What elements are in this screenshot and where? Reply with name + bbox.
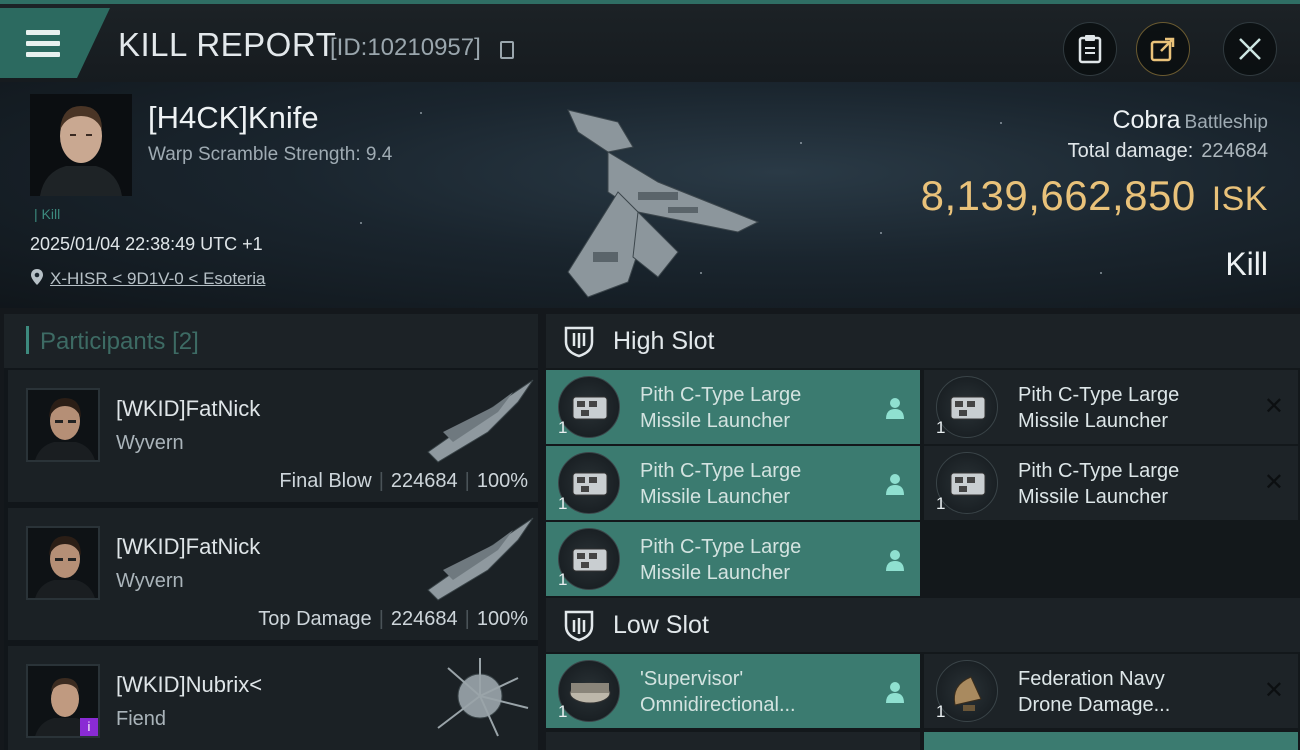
module-item[interactable]: 1 Pith C-Type Large Missile Launcher <box>546 370 920 444</box>
avatar: i <box>26 664 100 738</box>
module-name: Pith C-Type Large Missile Launcher <box>1018 384 1180 432</box>
location-link[interactable]: X-HISR < 9D1V-0 < Esoteria <box>50 269 265 288</box>
high-slot-header: High Slot <box>546 314 1300 368</box>
participant-row[interactable]: [WKID]FatNick Wyvern Final Blow | 224684 | 1… <box>8 370 538 502</box>
ship-image <box>427 517 534 601</box>
module-item[interactable]: 1 Pith C-Type Large Missile Launcher ✕ <box>924 370 1298 444</box>
participants-header: Participants [2] <box>4 314 538 368</box>
participant-stats: Top Damage | 224684 | 100% <box>258 608 528 630</box>
module-item[interactable] <box>924 732 1298 750</box>
participant-ship: Fiend <box>116 708 167 730</box>
module-name: Pith C-Type Large Missile Launcher <box>1018 460 1180 508</box>
victim-name[interactable]: [H4CK]Knife <box>148 100 319 136</box>
clipboard-icon <box>1078 35 1102 64</box>
warp-scramble-strength: Warp Scramble Strength: 9.4 <box>148 144 393 165</box>
participant-ship: Wyvern <box>116 570 184 592</box>
x-icon: ✕ <box>1263 469 1284 496</box>
location-pin-icon <box>31 269 43 285</box>
kill-tag: | Kill <box>34 206 61 222</box>
ship-image <box>427 379 534 463</box>
share-icon <box>1150 37 1175 62</box>
menu-button[interactable] <box>0 8 110 78</box>
person-icon <box>886 550 904 571</box>
copy-icon[interactable] <box>500 41 514 59</box>
module-item[interactable] <box>546 732 920 750</box>
module-name: Federation Navy Drone Damage... <box>1018 668 1171 716</box>
module-name: Pith C-Type Large Missile Launcher <box>640 384 802 432</box>
participant-ship: Wyvern <box>116 432 184 454</box>
clipboard-button[interactable] <box>1063 22 1117 76</box>
result-label: Kill <box>1225 246 1268 282</box>
report-id: [ID:10210957] <box>330 34 481 61</box>
close-icon <box>1239 38 1261 60</box>
avatar <box>26 388 100 462</box>
participant-row[interactable]: [WKID]FatNick Wyvern Top Damage | 224684 | 1… <box>8 508 538 640</box>
module-item[interactable]: 1 Federation Navy Drone Damage... ✕ <box>924 654 1298 728</box>
isk-value: 8,139,662,850 ISK <box>920 172 1268 219</box>
module-item[interactable]: 1 Pith C-Type Large Missile Launcher <box>546 446 920 520</box>
module-name: Pith C-Type Large Missile Launcher <box>640 536 802 584</box>
participant-name[interactable]: [WKID]Nubrix< <box>116 672 262 698</box>
fitting-panel: High Slot 1 Pith C-Type Large Missile Lau… <box>546 314 1300 750</box>
module-item[interactable]: 1 Pith C-Type Large Missile Launcher <box>546 522 920 596</box>
participant-stats: Final Blow | 224684 | 100% <box>279 470 528 492</box>
x-icon: ✕ <box>1263 393 1284 420</box>
header-bar: KILL REPORT [ID:10210957] <box>0 0 1300 82</box>
avatar <box>26 526 100 600</box>
participants-panel: Participants [2] [WKID]FatNick Wyvern Fi… <box>4 314 538 750</box>
participant-row[interactable]: i [WKID]Nubrix< Fiend <box>8 646 538 750</box>
victim-summary: [H4CK]Knife Warp Scramble Strength: 9.4 … <box>0 82 1300 308</box>
kill-datetime: 2025/01/04 22:38:49 UTC +1 <box>30 234 263 254</box>
victim-ship-image <box>567 109 760 298</box>
person-icon <box>886 474 904 495</box>
share-button[interactable] <box>1136 22 1190 76</box>
module-item[interactable]: 1 Pith C-Type Large Missile Launcher ✕ <box>924 446 1298 520</box>
participant-name[interactable]: [WKID]FatNick <box>116 396 260 422</box>
ship-image <box>437 658 529 737</box>
x-icon: ✕ <box>1263 677 1284 704</box>
slot-shield-icon <box>564 610 594 642</box>
module-name: 'Supervisor' Omnidirectional... <box>640 668 796 716</box>
menu-icon <box>26 30 60 58</box>
location[interactable]: X-HISR < 9D1V-0 < Esoteria <box>30 268 265 289</box>
info-badge: i <box>80 718 98 736</box>
participant-name[interactable]: [WKID]FatNick <box>116 534 260 560</box>
slot-shield-icon <box>564 326 594 358</box>
victim-ship: Cobra Battleship <box>1112 106 1268 134</box>
low-slot-header: Low Slot <box>546 598 1300 652</box>
person-icon <box>886 682 904 703</box>
page-title: KILL REPORT <box>118 26 337 63</box>
module-name: Pith C-Type Large Missile Launcher <box>640 460 802 508</box>
person-icon <box>886 398 904 419</box>
close-button[interactable] <box>1223 22 1277 76</box>
total-damage: Total damage: 224684 <box>1067 140 1268 162</box>
victim-avatar <box>30 94 132 196</box>
module-item[interactable]: 1 'Supervisor' Omnidirectional... <box>546 654 920 728</box>
